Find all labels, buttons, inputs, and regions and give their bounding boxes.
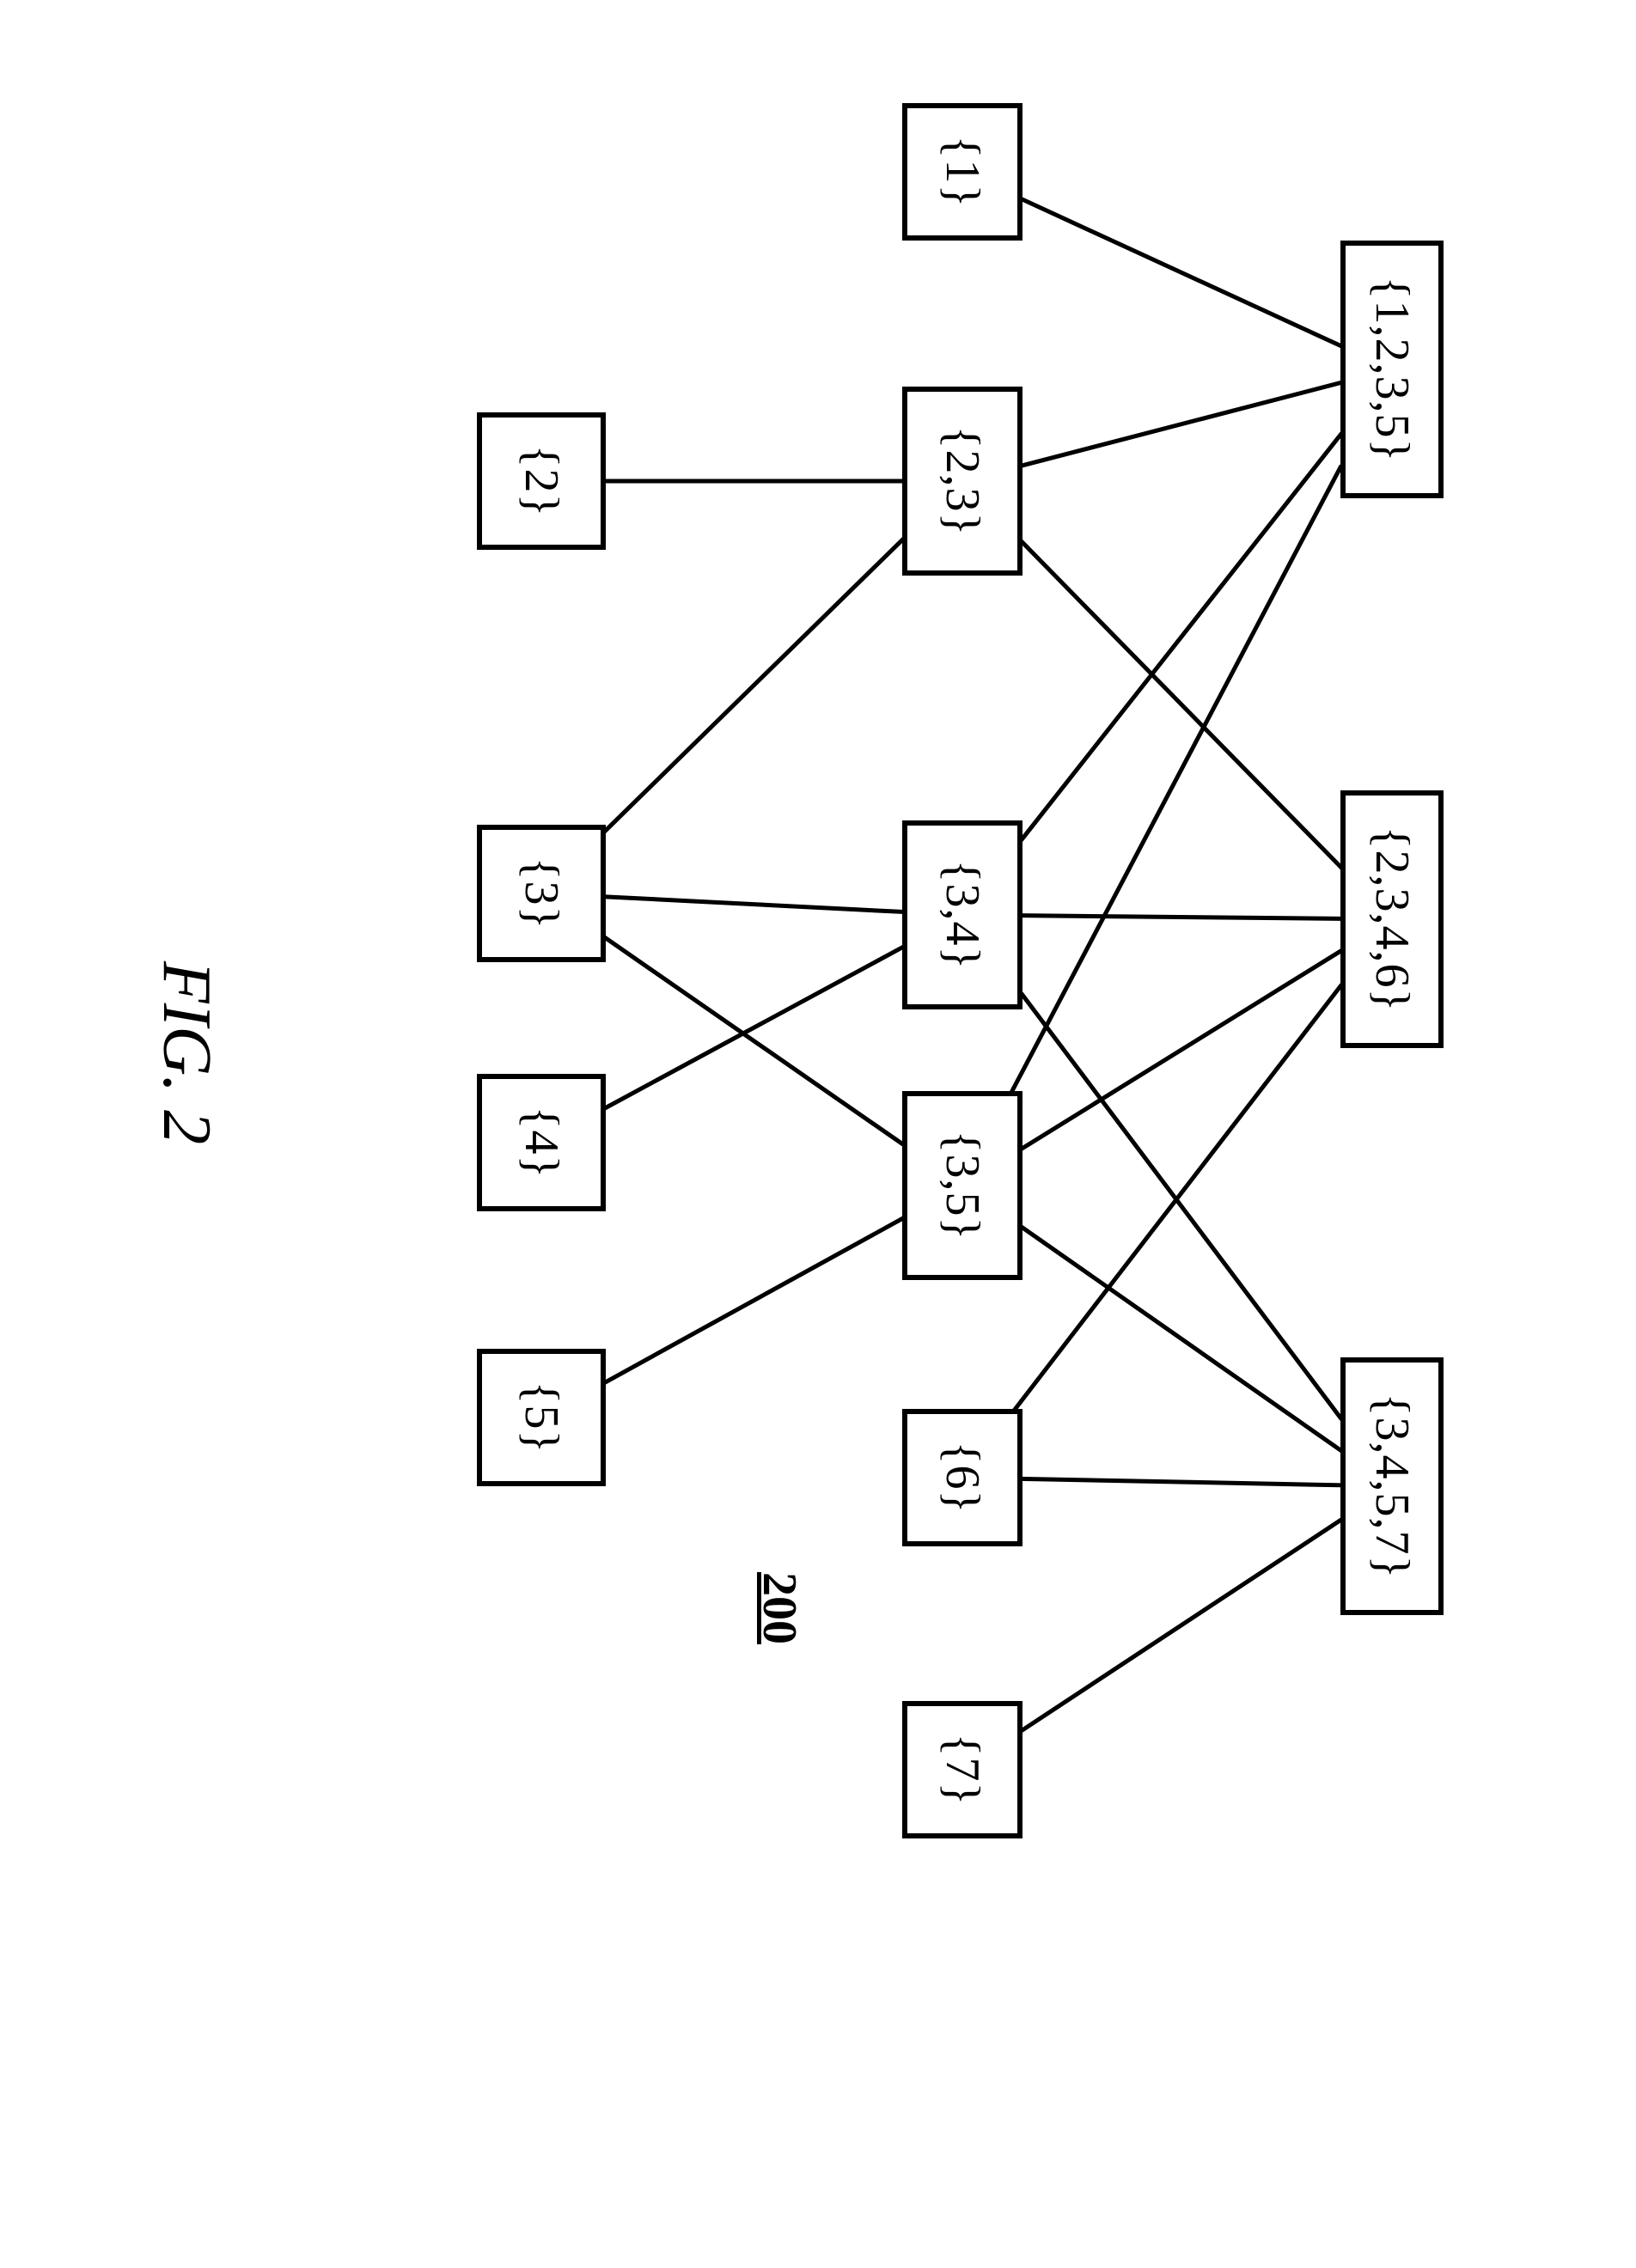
node-b4: {5} (477, 1349, 606, 1486)
edge-m3-b2 (606, 897, 902, 912)
edge-m4-b4 (606, 1219, 902, 1382)
edge-m3-b3 (606, 948, 902, 1108)
node-m6: {7} (902, 1701, 1022, 1838)
edge-t1-m4 (1012, 467, 1340, 1091)
node-t2: {2,3,4,6} (1340, 790, 1444, 1048)
edge-t2-m4 (1022, 951, 1340, 1148)
diagram-stage: {1,2,3,5} {2,3,4,6} {3,4,5,7} {1} {2,3} {3,4}… (0, 0, 1636, 2268)
node-m2: {2,3} (902, 387, 1022, 576)
figure-label: FIG. 2 (147, 961, 225, 1144)
node-b2: {3} (477, 825, 606, 962)
node-t1: {1,2,3,5} (1340, 241, 1444, 498)
edge-t2-m3 (1022, 916, 1340, 919)
edge-t3-m4 (1022, 1228, 1340, 1450)
edge-t1-m1 (1022, 199, 1340, 345)
node-b1: {2} (477, 412, 606, 550)
edge-t3-m5 (1022, 1478, 1340, 1485)
edge-t2-m2 (1022, 542, 1340, 866)
node-t3: {3,4,5,7} (1340, 1357, 1444, 1615)
node-b3: {4} (477, 1074, 606, 1211)
node-m4: {3,5} (902, 1091, 1022, 1280)
edge-t2-m5 (1016, 986, 1340, 1409)
edge-m4-b2 (606, 938, 902, 1143)
node-m3: {3,4} (902, 820, 1022, 1009)
edge-t1-m2 (1022, 383, 1340, 466)
edge-t3-m3 (1022, 995, 1340, 1418)
edge-m2-b2 (606, 540, 902, 831)
node-m1: {1} (902, 103, 1022, 241)
edge-t3-m6 (1022, 1521, 1340, 1730)
node-m5: {6} (902, 1409, 1022, 1546)
reference-number: 200 (752, 1572, 807, 1644)
edge-t1-m3 (1022, 435, 1340, 838)
